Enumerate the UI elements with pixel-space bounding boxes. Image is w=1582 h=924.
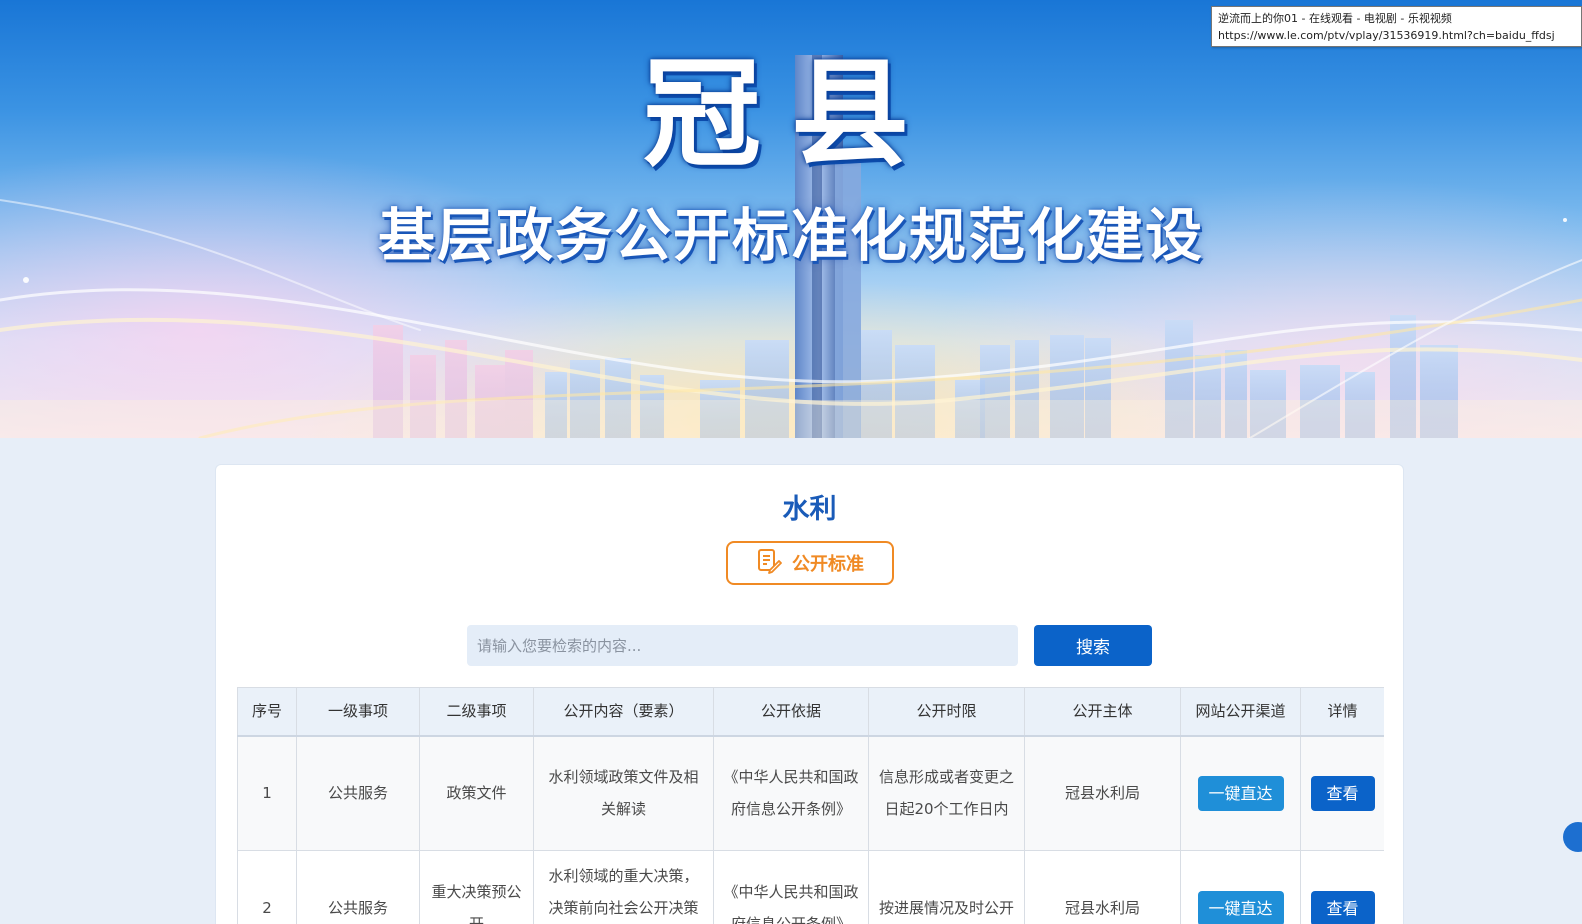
cell-time-limit: 信息形成或者变更之日起20个工作日内 <box>868 735 1025 851</box>
cell-content: 水利领域政策文件及相关解读 <box>533 735 714 851</box>
cell-level2: 重大决策预公开 <box>419 850 534 924</box>
cell-detail: 查看 <box>1300 850 1384 924</box>
cell-index: 1 <box>237 735 297 851</box>
column-header: 一级事项 <box>296 687 420 737</box>
column-header: 详情 <box>1300 687 1384 737</box>
floating-side-widget[interactable] <box>1563 822 1582 852</box>
search-input[interactable] <box>467 625 1018 666</box>
tooltip-url: https://www.le.com/ptv/vplay/31536919.ht… <box>1218 29 1555 42</box>
table-row: 1 公共服务 政策文件 水利领域政策文件及相关解读 《中华人民共和国政府信息公开… <box>237 735 1384 851</box>
header-banner: 冠县 基层政务公开标准化规范化建设 <box>0 0 1582 438</box>
banner-subtitle: 基层政务公开标准化规范化建设 <box>378 203 1204 269</box>
column-header: 二级事项 <box>419 687 534 737</box>
cell-basis: 《中华人民共和国政府信息公开条例》 <box>713 735 869 851</box>
section-title: 水利 <box>782 494 837 525</box>
public-standard-button[interactable]: 公开标准 <box>726 541 894 585</box>
table-header-row: 序号 一级事项 二级事项 公开内容（要素） 公开依据 公开时限 公开主体 网站公… <box>237 687 1384 737</box>
cell-level1: 公共服务 <box>296 850 420 924</box>
cell-channel: 一键直达 <box>1180 850 1301 924</box>
view-detail-button[interactable]: 查看 <box>1310 775 1375 811</box>
cell-level1: 公共服务 <box>296 735 420 851</box>
link-tooltip: 逆流而上的你01 - 在线观看 - 电视剧 - 乐视视频 https://www… <box>1211 6 1582 47</box>
view-detail-button[interactable]: 查看 <box>1310 890 1375 924</box>
cell-index: 2 <box>237 850 297 924</box>
cell-time-limit: 按进展情况及时公开 <box>868 850 1025 924</box>
cell-channel: 一键直达 <box>1180 735 1301 851</box>
column-header: 公开依据 <box>713 687 869 737</box>
direct-access-button[interactable]: 一键直达 <box>1197 890 1284 924</box>
cell-level2: 政策文件 <box>419 735 534 851</box>
standards-table: 序号 一级事项 二级事项 公开内容（要素） 公开依据 公开时限 公开主体 网站公… <box>237 687 1384 924</box>
tooltip-title: 逆流而上的你01 - 在线观看 - 电视剧 - 乐视视频 <box>1218 12 1452 25</box>
public-standard-label: 公开标准 <box>792 554 864 575</box>
column-header: 序号 <box>237 687 297 737</box>
document-edit-icon <box>756 548 782 579</box>
cell-detail: 查看 <box>1300 735 1384 851</box>
column-header: 公开主体 <box>1024 687 1181 737</box>
column-header: 公开内容（要素） <box>533 687 714 737</box>
cell-subject: 冠县水利局 <box>1024 850 1181 924</box>
standards-table-wrapper: 序号 一级事项 二级事项 公开内容（要素） 公开依据 公开时限 公开主体 网站公… <box>237 687 1384 924</box>
cell-subject: 冠县水利局 <box>1024 735 1181 851</box>
content-card: 水利 公开标准 搜索 序号 一级事项 二级事项 <box>215 464 1404 924</box>
search-button[interactable]: 搜索 <box>1034 625 1152 666</box>
cell-content: 水利领域的重大决策，决策前向社会公开决策草案 <box>533 850 714 924</box>
cell-basis: 《中华人民共和国政府信息公开条例》 <box>713 850 869 924</box>
column-header: 网站公开渠道 <box>1180 687 1301 737</box>
column-header: 公开时限 <box>868 687 1025 737</box>
table-row: 2 公共服务 重大决策预公开 水利领域的重大决策，决策前向社会公开决策草案 《中… <box>237 850 1384 924</box>
direct-access-button[interactable]: 一键直达 <box>1197 775 1284 811</box>
